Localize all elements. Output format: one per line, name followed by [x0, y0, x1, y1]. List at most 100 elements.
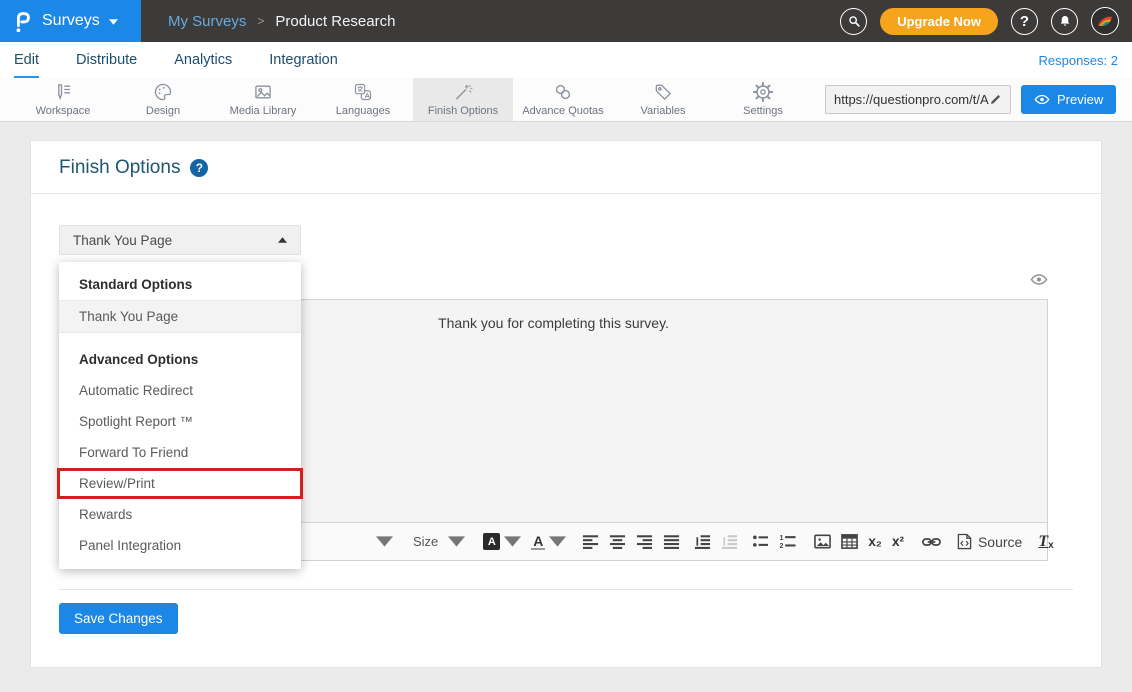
ribbon-item-settings[interactable]: Settings: [713, 78, 813, 121]
align-left-icon: [582, 533, 599, 550]
increase-indent-button[interactable]: [694, 533, 711, 550]
bell-icon: [1058, 14, 1072, 28]
tag-icon: [653, 82, 673, 102]
preview-label: Preview: [1057, 92, 1103, 107]
indent-icon: [694, 533, 711, 550]
image-icon: [814, 533, 831, 550]
survey-tab-bar: Edit Distribute Analytics Integration Re…: [0, 42, 1132, 78]
ribbon-label: Languages: [336, 105, 390, 117]
card-body: Thank You Page Thank you for completing …: [31, 194, 1101, 634]
source-label: Source: [978, 534, 1022, 550]
remove-format-x: x: [1048, 540, 1054, 551]
ribbon-label: Advance Quotas: [522, 105, 603, 117]
text-color-swatch: A: [531, 534, 545, 550]
brand-label: Surveys: [42, 12, 100, 30]
ribbon-label: Finish Options: [428, 105, 498, 117]
tab-distribute[interactable]: Distribute: [76, 42, 137, 78]
chevron-down-icon: [109, 19, 118, 25]
survey-url-group: https://questionpro.com/t/A Preview: [825, 78, 1116, 121]
breadcrumb-my-surveys[interactable]: My Surveys: [168, 13, 246, 30]
bullet-list-button[interactable]: [752, 533, 769, 550]
avatar-logo-icon: [1092, 8, 1118, 34]
dropdown-item-automatic-redirect[interactable]: Automatic Redirect: [59, 375, 301, 406]
magic-wand-icon: [453, 82, 473, 102]
insert-image-button[interactable]: [814, 533, 831, 550]
ribbon-label: Settings: [743, 105, 783, 117]
background-color-button[interactable]: A: [483, 533, 521, 550]
dropdown-item-rewards[interactable]: Rewards: [59, 499, 301, 530]
remove-format-button[interactable]: T x: [1038, 533, 1053, 551]
card-header: Finish Options ?: [31, 141, 1101, 194]
size-dropdown[interactable]: Size: [413, 533, 465, 550]
align-justify-button[interactable]: [663, 533, 680, 550]
source-button[interactable]: Source: [957, 533, 1022, 550]
numbered-list-button[interactable]: 12: [779, 533, 796, 550]
search-button[interactable]: [840, 8, 867, 35]
ribbon-item-design[interactable]: Design: [113, 78, 213, 121]
ribbon-item-finish-options[interactable]: Finish Options: [413, 78, 513, 121]
ribbon-item-media-library[interactable]: Media Library: [213, 78, 313, 121]
help-badge[interactable]: ?: [190, 159, 208, 177]
insert-table-button[interactable]: [841, 533, 858, 550]
ribbon-item-advance-quotas[interactable]: Advance Quotas: [513, 78, 613, 121]
dropdown-item-spotlight-report[interactable]: Spotlight Report ™: [59, 406, 301, 437]
dropdown-item-panel-integration[interactable]: Panel Integration: [59, 530, 301, 561]
ribbon-item-workspace[interactable]: Workspace: [13, 78, 113, 121]
languages-icon: [353, 82, 373, 102]
tab-edit[interactable]: Edit: [14, 42, 39, 78]
align-justify-icon: [663, 533, 680, 550]
preview-button[interactable]: Preview: [1021, 85, 1116, 114]
ribbon-item-variables[interactable]: Variables: [613, 78, 713, 121]
dropdown-group-header: Advanced Options: [59, 343, 301, 375]
font-dropdown-caret[interactable]: [376, 533, 393, 550]
top-bar: Surveys My Surveys > Product Research Up…: [0, 0, 1132, 42]
finish-option-dropdown-panel: Standard Options Thank You Page Advanced…: [59, 262, 301, 569]
workspace-icon: [53, 82, 73, 102]
save-changes-button[interactable]: Save Changes: [59, 603, 178, 634]
tab-analytics[interactable]: Analytics: [174, 42, 232, 78]
dropdown-group-header: Standard Options: [59, 268, 301, 300]
tab-integration[interactable]: Integration: [269, 42, 338, 78]
ribbon-item-languages[interactable]: Languages: [313, 78, 413, 121]
breadcrumb: My Surveys > Product Research: [168, 13, 395, 30]
align-left-button[interactable]: [582, 533, 599, 550]
dropdown-item-review-print[interactable]: Review/Print: [57, 468, 303, 499]
subscript-button[interactable]: x₂: [868, 534, 882, 549]
remove-format-t: T: [1038, 533, 1048, 551]
align-right-icon: [636, 533, 653, 550]
pencil-icon[interactable]: [989, 93, 1002, 106]
brand-surveys-menu[interactable]: Surveys: [0, 0, 141, 42]
dropdown-item-forward-to-friend[interactable]: Forward To Friend: [59, 437, 301, 468]
finish-option-select[interactable]: Thank You Page: [59, 225, 301, 255]
align-center-button[interactable]: [609, 533, 626, 550]
search-icon: [847, 14, 861, 28]
divider: [59, 589, 1073, 590]
text-color-button[interactable]: A: [531, 533, 566, 550]
help-button[interactable]: ?: [1011, 8, 1038, 35]
survey-url-value: https://questionpro.com/t/A: [834, 92, 989, 107]
outdent-icon: [721, 533, 738, 550]
questionpro-logo-icon: [13, 9, 33, 34]
preview-eye-icon[interactable]: [1030, 273, 1048, 286]
edit-ribbon: Workspace Design Media Library Languages…: [0, 78, 1132, 122]
upgrade-now-button[interactable]: Upgrade Now: [880, 8, 998, 35]
bullet-list-icon: [752, 533, 769, 550]
svg-text:2: 2: [780, 542, 784, 550]
survey-url-field[interactable]: https://questionpro.com/t/A: [825, 85, 1011, 114]
chevron-down-icon: [549, 533, 566, 550]
dropdown-item-thank-you-page[interactable]: Thank You Page: [59, 300, 301, 333]
notifications-button[interactable]: [1051, 8, 1078, 35]
finish-options-card: Finish Options ? Thank You Page Thank yo…: [30, 140, 1102, 668]
ribbon-label: Design: [146, 105, 180, 117]
page-title: Finish Options: [59, 157, 180, 179]
source-doc-icon: [957, 533, 972, 550]
tabs: Edit Distribute Analytics Integration: [14, 42, 338, 78]
table-icon: [841, 533, 858, 550]
eye-icon: [1034, 94, 1050, 105]
responses-count[interactable]: Responses: 2: [1039, 53, 1119, 68]
superscript-button[interactable]: x²: [892, 534, 904, 549]
avatar[interactable]: [1091, 7, 1119, 35]
align-right-button[interactable]: [636, 533, 653, 550]
decrease-indent-button[interactable]: [721, 533, 738, 550]
insert-link-button[interactable]: [922, 536, 941, 548]
